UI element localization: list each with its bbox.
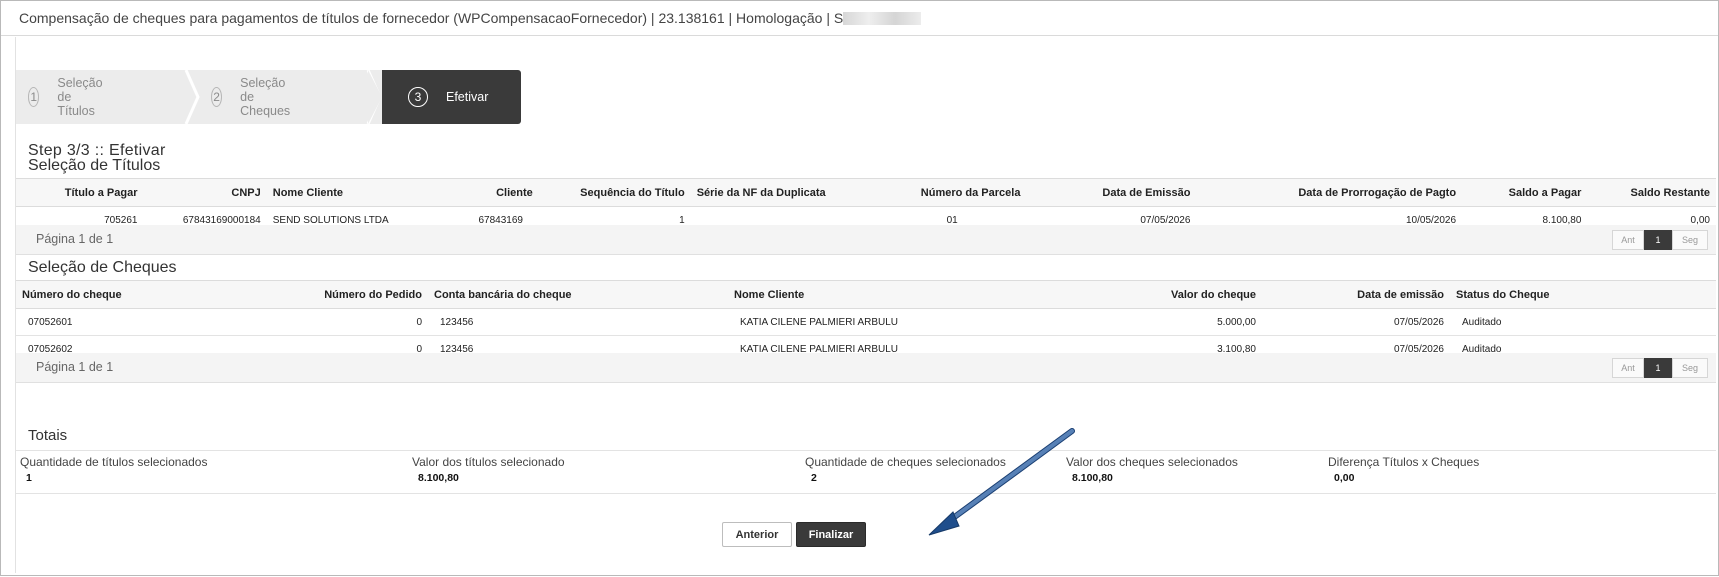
- step-label: Seleção de Títulos: [57, 76, 103, 118]
- total-value: 8.100,80: [418, 472, 459, 484]
- cheques-heading: Seleção de Cheques: [28, 259, 177, 276]
- total-label: Valor dos cheques selecionados: [1066, 455, 1238, 469]
- cell: 123456: [428, 308, 728, 336]
- titulos-pager: Página 1 de 1 Ant 1 Seg: [16, 225, 1716, 255]
- pager-info: Página 1 de 1: [36, 232, 114, 246]
- cell: 07052601: [16, 308, 236, 336]
- col-header[interactable]: Saldo Restante: [1587, 178, 1716, 207]
- col-header[interactable]: Data de Emissão: [1026, 178, 1197, 207]
- active-step-notch: [368, 70, 382, 124]
- cheques-pager: Página 1 de 1 Ant 1 Seg: [16, 353, 1716, 383]
- table-header-row: Número do cheque Número do Pedido Conta …: [16, 280, 1716, 309]
- pager-info: Página 1 de 1: [36, 360, 114, 374]
- cell: 0: [236, 308, 428, 336]
- total-qtd-titulos: Quantidade de títulos selecionados 1: [20, 455, 207, 484]
- total-value: 0,00: [1334, 472, 1355, 484]
- divider: [16, 493, 1716, 494]
- col-header[interactable]: Sequência do Título: [538, 178, 691, 207]
- cell: Auditado: [1450, 308, 1716, 336]
- cell: KATIA CILENE PALMIERI ARBULU: [728, 308, 1158, 336]
- col-header[interactable]: Data de Prorrogação de Pagto: [1196, 178, 1463, 207]
- col-header[interactable]: Data de emissão: [1262, 280, 1450, 309]
- total-qtd-cheques: Quantidade de cheques selecionados 2: [805, 455, 1006, 484]
- pager-page-button[interactable]: 1: [1644, 358, 1672, 378]
- step-number: 2: [211, 87, 223, 107]
- col-header[interactable]: Número da Parcela: [858, 178, 1027, 207]
- titulos-heading: Seleção de Títulos: [28, 157, 161, 174]
- total-value: 8.100,80: [1072, 472, 1113, 484]
- table-header-row: Título a Pagar CNPJ Nome Cliente Cliente…: [16, 178, 1716, 207]
- total-value: 1: [26, 472, 32, 484]
- wizard-step-1[interactable]: 1 Seleção de Títulos: [28, 70, 111, 124]
- previous-button[interactable]: Anterior: [722, 522, 792, 547]
- cheques-table: Número do cheque Número do Pedido Conta …: [16, 280, 1716, 363]
- col-header[interactable]: CNPJ: [143, 178, 267, 207]
- col-header[interactable]: Valor do cheque: [1158, 280, 1262, 309]
- wizard-step-2[interactable]: 2 Seleção de Cheques: [211, 70, 299, 124]
- cell: 5.000,00: [1158, 308, 1262, 336]
- col-header[interactable]: Nome Cliente: [728, 280, 1158, 309]
- total-valor-titulos: Valor dos títulos selecionado 8.100,80: [412, 455, 565, 484]
- col-header[interactable]: Nome Cliente: [266, 178, 399, 207]
- total-label: Valor dos títulos selecionado: [412, 455, 565, 469]
- col-header[interactable]: Conta bancária do cheque: [428, 280, 728, 309]
- wizard-step-3[interactable]: 3 Efetivar: [408, 70, 488, 124]
- window-title: Compensação de cheques para pagamentos d…: [19, 10, 922, 26]
- main-content: 1 Seleção de Títulos 2 Seleção de Cheque…: [15, 37, 1716, 573]
- col-header[interactable]: Série da NF da Duplicata: [690, 178, 859, 207]
- pager-prev-button[interactable]: Ant: [1612, 230, 1644, 250]
- pager-prev-button[interactable]: Ant: [1612, 358, 1644, 378]
- step-label: Seleção de Cheques: [240, 76, 291, 118]
- total-label: Diferença Títulos x Cheques: [1328, 455, 1480, 469]
- pager-page-button[interactable]: 1: [1644, 230, 1672, 250]
- title-bar: Compensação de cheques para pagamentos d…: [1, 1, 1718, 36]
- pager-next-button[interactable]: Seg: [1672, 358, 1708, 378]
- cell: 07/05/2026: [1262, 308, 1450, 336]
- col-header[interactable]: Cliente: [398, 178, 539, 207]
- total-value: 2: [811, 472, 817, 484]
- app-window: Compensação de cheques para pagamentos d…: [0, 0, 1719, 576]
- step-number: 1: [28, 87, 40, 107]
- total-valor-cheques: Valor dos cheques selecionados 8.100,80: [1066, 455, 1238, 484]
- col-header[interactable]: Status do Cheque: [1450, 280, 1716, 309]
- totais-heading: Totais: [28, 427, 68, 444]
- step-number: 3: [408, 87, 428, 107]
- total-label: Quantidade de títulos selecionados: [20, 455, 208, 469]
- pager-next-button[interactable]: Seg: [1672, 230, 1708, 250]
- col-header[interactable]: Saldo a Pagar: [1462, 178, 1588, 207]
- total-label: Quantidade de cheques selecionados: [805, 455, 1006, 469]
- col-header[interactable]: Número do Pedido: [236, 280, 428, 309]
- finish-button[interactable]: Finalizar: [796, 522, 866, 547]
- col-header[interactable]: Número do cheque: [16, 280, 236, 309]
- table-row[interactable]: 07052601 0 123456 KATIA CILENE PALMIERI …: [16, 308, 1716, 336]
- divider: [16, 450, 1716, 451]
- redacted-text: [843, 12, 922, 25]
- total-diferenca: Diferença Títulos x Cheques 0,00: [1328, 455, 1479, 484]
- step-label: Efetivar: [446, 90, 489, 104]
- col-header[interactable]: Título a Pagar: [16, 178, 144, 207]
